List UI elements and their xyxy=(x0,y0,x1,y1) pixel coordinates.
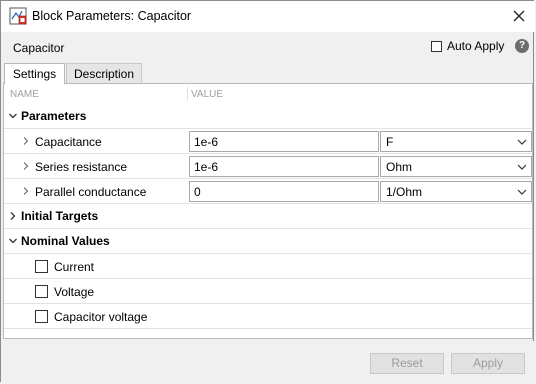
section-label: Initial Targets xyxy=(21,209,99,223)
series-resistance-value-field[interactable]: 1e-6 xyxy=(189,156,379,177)
column-header-name: NAME xyxy=(10,89,39,100)
capacitance-unit-dropdown[interactable]: F xyxy=(380,131,532,152)
block-parameters-icon xyxy=(9,7,27,25)
chevron-down-icon xyxy=(517,139,527,145)
column-divider[interactable] xyxy=(187,87,188,101)
section-label: Nominal Values xyxy=(21,234,110,248)
unit-value: 1/Ohm xyxy=(386,185,423,199)
block-parameters-window: Block Parameters: Capacitor Capacitor Au… xyxy=(0,0,535,383)
chevron-right-icon[interactable] xyxy=(21,161,31,171)
series-resistance-unit-dropdown[interactable]: Ohm xyxy=(380,156,532,177)
unit-value: F xyxy=(386,135,394,149)
table-header: NAME VALUE xyxy=(4,84,532,104)
voltage-checkbox[interactable] xyxy=(35,285,48,301)
parameter-table: NAME VALUE Parameters Capacitance 1e-6 F xyxy=(3,83,533,339)
chevron-down-icon xyxy=(517,164,527,170)
window-title: Block Parameters: Capacitor xyxy=(32,9,192,23)
unit-value: Ohm xyxy=(386,160,413,174)
checkbox-label: Current xyxy=(54,260,95,274)
checkbox-label: Capacitor voltage xyxy=(54,310,148,324)
tab-description[interactable]: Description xyxy=(66,63,142,83)
chevron-right-icon[interactable] xyxy=(8,211,18,221)
chevron-down-icon[interactable] xyxy=(8,236,18,246)
tab-settings[interactable]: Settings xyxy=(4,63,65,84)
close-icon[interactable] xyxy=(511,8,527,24)
chevron-down-icon xyxy=(517,189,527,195)
parameter-label: Series resistance xyxy=(35,160,128,174)
parallel-conductance-value-field[interactable]: 0 xyxy=(189,181,379,202)
capacitor-voltage-checkbox[interactable] xyxy=(35,310,48,326)
auto-apply-label: Auto Apply xyxy=(447,39,505,53)
nominal-row-voltage[interactable]: Voltage xyxy=(4,279,532,304)
checkbox-label: Voltage xyxy=(54,285,95,299)
capacitance-value-field[interactable]: 1e-6 xyxy=(189,131,379,152)
chevron-right-icon[interactable] xyxy=(21,136,31,146)
chevron-right-icon[interactable] xyxy=(21,186,31,196)
nominal-row-capacitor-voltage[interactable]: Capacitor voltage xyxy=(4,304,532,329)
button-bar: Reset Apply xyxy=(1,341,535,383)
apply-button[interactable]: Apply xyxy=(451,353,525,374)
parameter-row-parallel-conductance: Parallel conductance 0 1/Ohm xyxy=(4,179,532,204)
chevron-down-icon[interactable] xyxy=(8,111,18,121)
current-checkbox[interactable] xyxy=(35,260,48,276)
parallel-conductance-unit-dropdown[interactable]: 1/Ohm xyxy=(380,181,532,202)
section-nominal-values[interactable]: Nominal Values xyxy=(4,229,532,254)
parameter-label: Parallel conductance xyxy=(35,185,147,199)
auto-apply-checkbox-box[interactable] xyxy=(431,40,442,52)
help-icon[interactable]: ? xyxy=(515,39,529,53)
parameter-row-capacitance: Capacitance 1e-6 F xyxy=(4,129,532,154)
title-bar: Block Parameters: Capacitor xyxy=(1,1,535,32)
section-parameters[interactable]: Parameters xyxy=(4,104,532,129)
nominal-row-current[interactable]: Current xyxy=(4,254,532,279)
block-name-label: Capacitor xyxy=(13,41,65,55)
section-label: Parameters xyxy=(21,109,87,123)
column-header-value: VALUE xyxy=(191,89,224,100)
section-initial-targets[interactable]: Initial Targets xyxy=(4,204,532,229)
parameter-label: Capacitance xyxy=(35,135,102,149)
reset-button[interactable]: Reset xyxy=(370,353,444,374)
parameter-row-series-resistance: Series resistance 1e-6 Ohm xyxy=(4,154,532,179)
auto-apply-checkbox[interactable]: Auto Apply xyxy=(431,39,504,53)
